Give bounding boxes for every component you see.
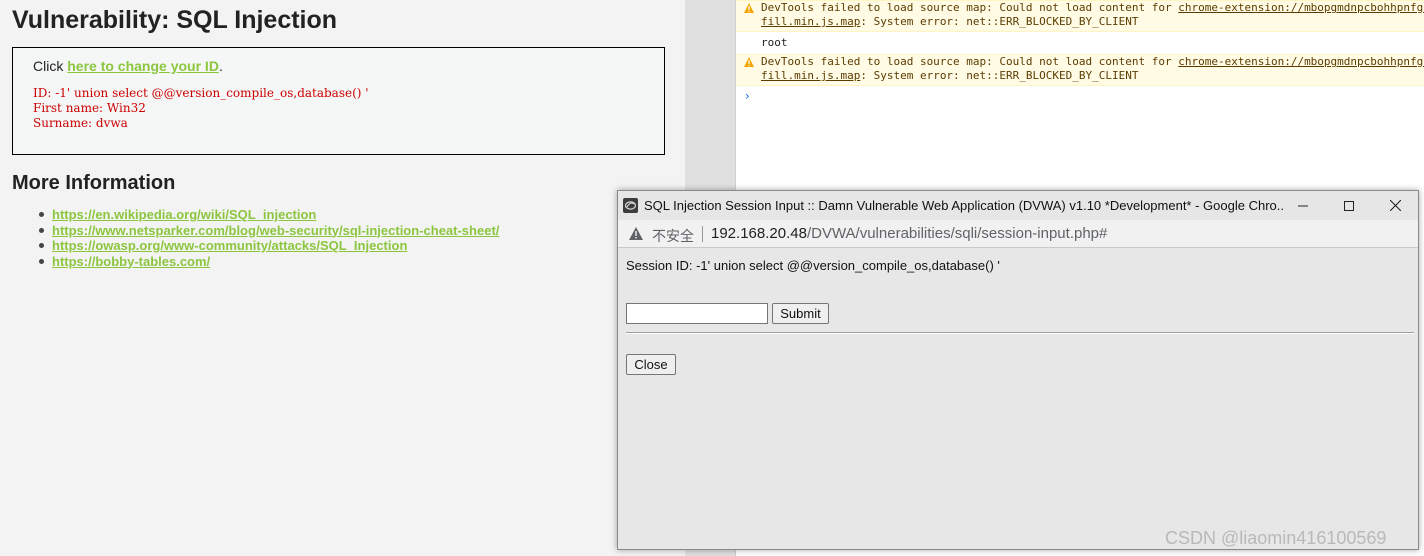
popup-content: Session ID: -1' union select @@version_c… [618, 249, 1418, 549]
warning-line-1: DevTools failed to load source map: Coul… [761, 1, 1424, 14]
more-information-heading: More Information [12, 172, 176, 194]
bobby-tables-link[interactable]: https://bobby-tables.com/ [52, 254, 210, 269]
wikipedia-link[interactable]: https://en.wikipedia.org/wiki/SQL_inject… [52, 207, 316, 222]
address-separator [702, 226, 703, 242]
warning-text: DevTools failed to load source map: Coul… [761, 1, 1179, 14]
warning-error-text: : System error: net::ERR_BLOCKED_BY_CLIE… [860, 15, 1139, 28]
close-window-button[interactable] [1372, 191, 1418, 220]
output-surname-line: Surname: dvwa [33, 116, 128, 130]
warning-line-2: fill.min.js.map: System error: net::ERR_… [761, 15, 1139, 28]
page-title: Vulnerability: SQL Injection [12, 6, 338, 34]
more-info-link-list: https://en.wikipedia.org/wiki/SQL_inject… [38, 207, 499, 270]
maximize-icon [1344, 200, 1354, 211]
query-output: ID: -1' union select @@version_compile_o… [33, 86, 369, 131]
warning-line-2: fill.min.js.map: System error: net::ERR_… [761, 69, 1139, 82]
netsparker-link[interactable]: https://www.netsparker.com/blog/web-secu… [52, 223, 499, 238]
console-log-message: root [736, 33, 1424, 53]
list-item: https://www.netsparker.com/blog/web-secu… [38, 223, 499, 239]
console-prompt[interactable]: › [745, 89, 750, 103]
window-titlebar[interactable]: SQL Injection Session Input :: Damn Vuln… [618, 191, 1418, 220]
output-id-line: ID: -1' union select @@version_compile_o… [33, 86, 369, 100]
maximize-button[interactable] [1326, 191, 1372, 220]
close-icon [1389, 200, 1401, 211]
url-text[interactable]: 192.168.20.48/DVWA/vulnerabilities/sqli/… [711, 225, 1107, 242]
watermark: CSDN @liaomin416100569 [1165, 528, 1387, 548]
change-id-text: Click here to change your ID. [33, 58, 223, 74]
not-secure-warning-icon[interactable] [629, 227, 643, 240]
window-title: SQL Injection Session Input :: Damn Vuln… [644, 198, 1284, 213]
list-item: https://bobby-tables.com/ [38, 254, 499, 270]
url-host: 192.168.20.48 [711, 225, 807, 242]
warning-icon [744, 3, 754, 13]
source-map-link[interactable]: chrome-extension://mbopgmdnpcbohhpnfgl [1178, 1, 1424, 14]
click-suffix: . [218, 58, 223, 74]
output-first-name-line: First name: Win32 [33, 101, 146, 115]
session-input-popup-window: SQL Injection Session Input :: Damn Vuln… [617, 190, 1419, 550]
submit-button[interactable]: Submit [772, 303, 829, 324]
session-id-input[interactable] [626, 303, 768, 324]
owasp-link[interactable]: https://owasp.org/www-community/attacks/… [52, 238, 407, 253]
list-item: https://owasp.org/www-community/attacks/… [38, 238, 499, 254]
dvwa-page: Vulnerability: SQL Injection Click here … [0, 0, 685, 556]
browser-app-icon [623, 198, 638, 213]
warning-text: DevTools failed to load source map: Coul… [761, 55, 1179, 68]
minimize-button[interactable] [1280, 191, 1326, 220]
source-map-link[interactable]: chrome-extension://mbopgmdnpcbohhpnfgl [1178, 55, 1424, 68]
minimize-icon [1298, 205, 1308, 206]
console-warning-message: DevTools failed to load source map: Coul… [736, 0, 1424, 32]
change-id-link[interactable]: here to change your ID [67, 58, 219, 74]
warning-icon [744, 57, 754, 67]
address-bar[interactable]: 不安全 192.168.20.48/DVWA/vulnerabilities/s… [618, 220, 1418, 248]
click-prefix: Click [33, 58, 68, 74]
not-secure-label[interactable]: 不安全 [652, 226, 694, 246]
vulnerable-code-area: Click here to change your ID. ID: -1' un… [12, 47, 665, 155]
console-warning-message: DevTools failed to load source map: Coul… [736, 54, 1424, 86]
session-id-text: Session ID: -1' union select @@version_c… [626, 258, 1000, 273]
divider [626, 332, 1414, 334]
warning-error-text: : System error: net::ERR_BLOCKED_BY_CLIE… [860, 69, 1139, 82]
source-file-link[interactable]: fill.min.js.map [761, 69, 860, 82]
source-file-link[interactable]: fill.min.js.map [761, 15, 860, 28]
log-text: root [761, 36, 788, 49]
url-path: /DVWA/vulnerabilities/sqli/session-input… [806, 225, 1108, 242]
list-item: https://en.wikipedia.org/wiki/SQL_inject… [38, 207, 499, 223]
warning-line-1: DevTools failed to load source map: Coul… [761, 55, 1424, 68]
close-button[interactable]: Close [626, 354, 676, 375]
